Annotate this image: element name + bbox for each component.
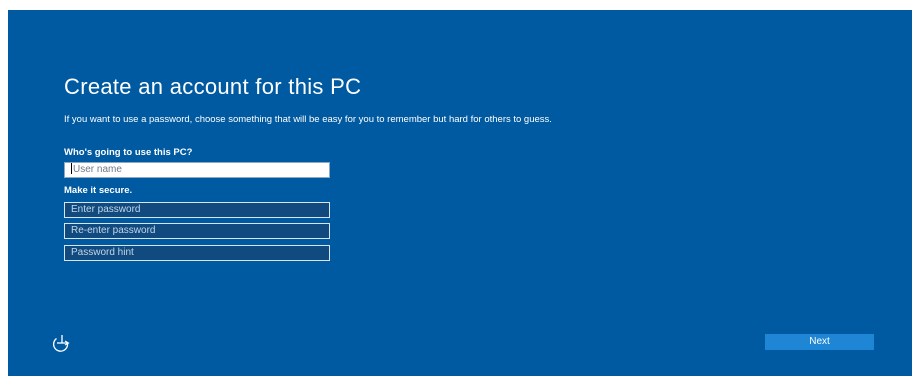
- username-placeholder: User name: [73, 164, 122, 175]
- password-placeholder: Enter password: [71, 204, 141, 215]
- setup-screen: Create an account for this PC If you wan…: [8, 10, 912, 376]
- password-input[interactable]: Enter password: [64, 202, 330, 218]
- page-description: If you want to use a password, choose so…: [64, 114, 552, 125]
- secure-section-label: Make it secure.: [64, 185, 133, 196]
- page-title: Create an account for this PC: [64, 74, 362, 99]
- next-button[interactable]: Next: [765, 334, 874, 350]
- password-hint-placeholder: Password hint: [71, 247, 134, 258]
- text-cursor: [71, 163, 72, 174]
- password-hint-input[interactable]: Password hint: [64, 245, 330, 261]
- username-input[interactable]: User name: [64, 162, 330, 178]
- user-section-label: Who's going to use this PC?: [64, 147, 193, 158]
- ease-of-access-icon[interactable]: [48, 332, 76, 356]
- reenter-password-input[interactable]: Re-enter password: [64, 223, 330, 239]
- reenter-password-placeholder: Re-enter password: [71, 225, 156, 236]
